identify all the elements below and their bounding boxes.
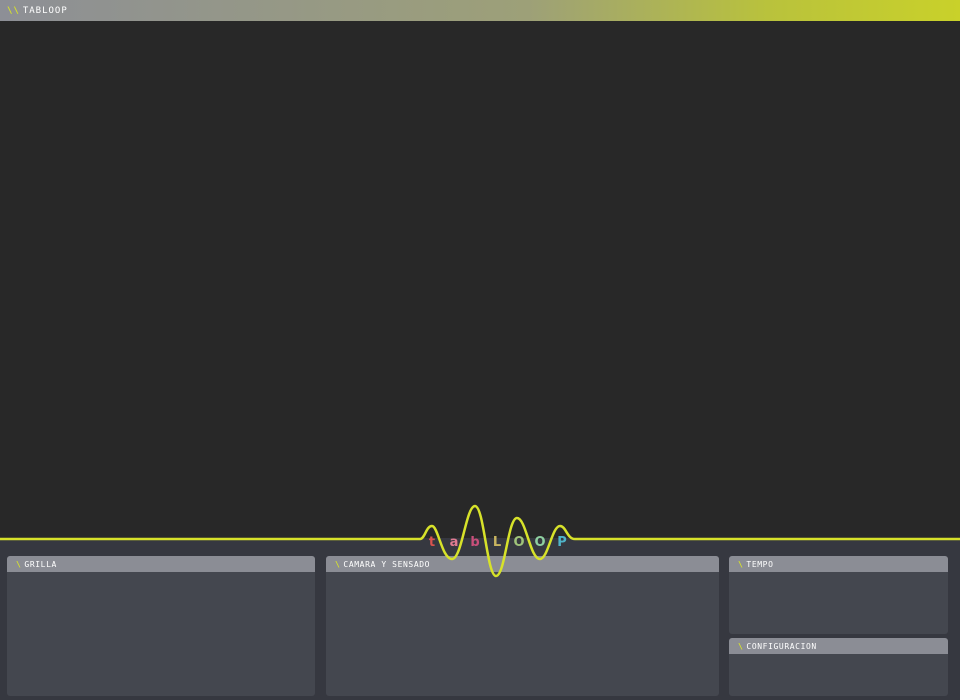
tabloop-logo-wave: t a b L O O P <box>0 504 960 578</box>
logo-letter-b: b <box>470 535 479 550</box>
main-canvas[interactable] <box>0 21 960 538</box>
configuracion-panel[interactable]: \ CONFIGURACION <box>729 638 948 696</box>
logo-letter-o2: O <box>534 535 545 550</box>
configuracion-panel-header: \ CONFIGURACION <box>729 638 948 654</box>
slash-icon: \ <box>738 641 744 651</box>
logo-wave-line <box>0 504 960 578</box>
logo-letter-p: P <box>557 535 567 550</box>
window-title: TABLOOP <box>22 5 68 16</box>
logo-letter-l: L <box>493 535 501 550</box>
title-slash-icon: \\ <box>7 5 20 16</box>
logo-letter-t: t <box>429 535 435 550</box>
configuracion-panel-title: CONFIGURACION <box>746 641 817 651</box>
app-window: \\ TABLOOP \ GRILLA \ CAMARA Y SENSADO \… <box>0 0 960 700</box>
logo-letter-o1: O <box>513 535 524 550</box>
logo-letter-a: a <box>450 535 459 550</box>
title-bar[interactable]: \\ TABLOOP <box>0 0 960 21</box>
